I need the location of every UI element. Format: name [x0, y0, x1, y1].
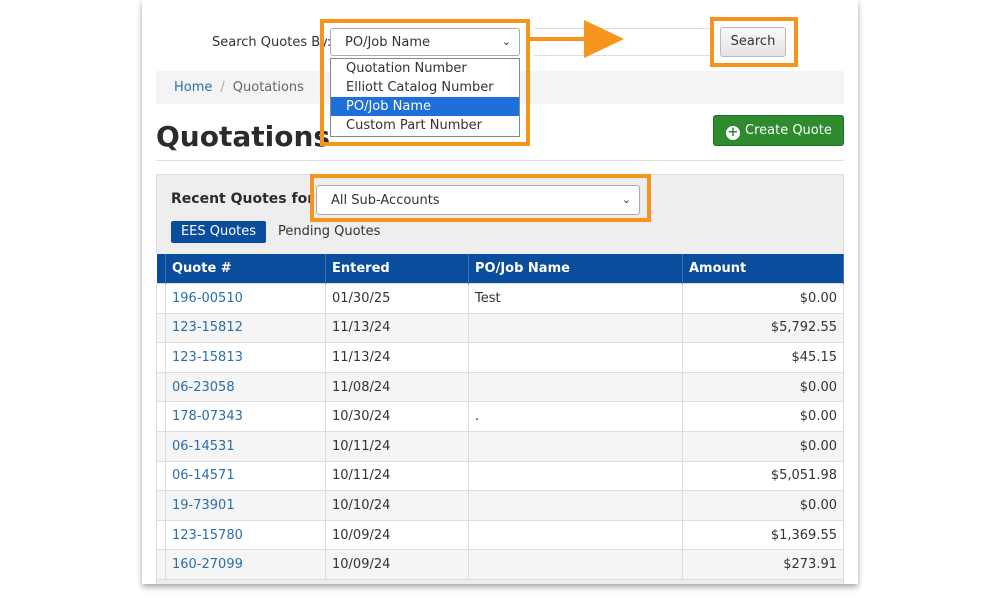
amount: $0.00: [682, 283, 844, 314]
po-job-name: .: [468, 401, 683, 432]
entered-date: 10/11/24: [325, 430, 469, 462]
search-input[interactable]: [534, 28, 714, 56]
table-row[interactable]: 160-27099 10/09/24 $273.91: [156, 549, 844, 580]
highlight-search-dropdown: [320, 19, 530, 146]
quote-number-link[interactable]: 19-73901: [165, 490, 326, 521]
entered-date: 10/11/24: [325, 460, 469, 492]
tab-pending-quotes[interactable]: Pending Quotes: [278, 224, 380, 239]
page-title: Quotations: [156, 120, 331, 153]
table-row[interactable]: 06-14571 10/11/24 $5,051.98: [156, 460, 844, 492]
table-row[interactable]: 123-15780 10/09/24 $1,369.55: [156, 519, 844, 551]
table-row[interactable]: 123-15812 11/13/24 $5,792.55: [156, 312, 844, 344]
search-by-label: Search Quotes By:: [212, 35, 332, 50]
table-row[interactable]: 19-73901 10/10/24 $0.00: [156, 490, 844, 521]
quote-number-link[interactable]: 123-15813: [165, 342, 326, 373]
quote-number-link[interactable]: 178-07343: [165, 401, 326, 432]
table-header-row: Quote # Entered PO/Job Name Amount: [156, 254, 844, 284]
entered-date: 10/09/24: [325, 519, 469, 551]
amount: $0.00: [682, 401, 844, 432]
po-job-name: [468, 519, 683, 551]
highlight-subaccount-select: [310, 174, 651, 222]
highlight-search-button: [710, 17, 798, 67]
quotes-table: Quote # Entered PO/Job Name Amount 196-0…: [156, 254, 844, 580]
quote-number-link[interactable]: 123-15812: [165, 312, 326, 344]
amount: $5,051.98: [682, 460, 844, 492]
create-quote-button[interactable]: + Create Quote: [713, 115, 844, 146]
amount: $1,369.55: [682, 519, 844, 551]
po-job-name: [468, 312, 683, 344]
entered-date: 10/09/24: [325, 549, 469, 580]
table-row[interactable]: 06-14531 10/11/24 $0.00: [156, 430, 844, 462]
tab-ees-quotes[interactable]: EES Quotes: [171, 221, 266, 243]
table-row[interactable]: 123-15813 11/13/24 $45.15: [156, 342, 844, 373]
entered-date: 10/10/24: [325, 490, 469, 521]
entered-date: 11/13/24: [325, 312, 469, 344]
table-row[interactable]: 196-00510 01/30/25 Test $0.00: [156, 283, 844, 314]
entered-date: 11/13/24: [325, 342, 469, 373]
arrow-right-icon: [584, 20, 624, 58]
po-job-name: [468, 549, 683, 580]
title-divider: [156, 160, 844, 161]
entered-date: 10/30/24: [325, 401, 469, 432]
po-job-name: [468, 430, 683, 462]
entered-date: 11/08/24: [325, 371, 469, 403]
create-quote-label: Create Quote: [745, 123, 832, 138]
column-header-po-job[interactable]: PO/Job Name: [468, 254, 683, 284]
recent-quotes-label: Recent Quotes for: [171, 191, 315, 207]
column-header-quote[interactable]: Quote #: [165, 254, 326, 284]
amount: $273.91: [682, 549, 844, 580]
amount: $0.00: [682, 430, 844, 462]
quote-number-link[interactable]: 06-14571: [165, 460, 326, 492]
quote-number-link[interactable]: 06-23058: [165, 371, 326, 403]
amount: $0.00: [682, 371, 844, 403]
arrow-shaft: [528, 37, 590, 41]
po-job-name: [468, 371, 683, 403]
entered-date: 01/30/25: [325, 283, 469, 314]
amount: $5,792.55: [682, 312, 844, 344]
breadcrumb-home-link[interactable]: Home: [174, 80, 212, 95]
quote-number-link[interactable]: 160-27099: [165, 549, 326, 580]
breadcrumb-separator: /: [220, 80, 225, 95]
po-job-name: Test: [468, 283, 683, 314]
amount: $0.00: [682, 490, 844, 521]
table-row[interactable]: 06-23058 11/08/24 $0.00: [156, 371, 844, 403]
po-job-name: [468, 490, 683, 521]
column-header-amount[interactable]: Amount: [682, 254, 844, 284]
quote-number-link[interactable]: 196-00510: [165, 283, 326, 314]
po-job-name: [468, 342, 683, 373]
table-header-spacer: [156, 254, 166, 284]
po-job-name: [468, 460, 683, 492]
plus-circle-icon: +: [726, 125, 740, 140]
amount: $45.15: [682, 342, 844, 373]
table-row[interactable]: 178-07343 10/30/24. $0.00: [156, 401, 844, 432]
quote-number-link[interactable]: 06-14531: [165, 430, 326, 462]
breadcrumb-current: Quotations: [232, 80, 304, 95]
quote-number-link[interactable]: 123-15780: [165, 519, 326, 551]
column-header-entered[interactable]: Entered: [325, 254, 469, 284]
